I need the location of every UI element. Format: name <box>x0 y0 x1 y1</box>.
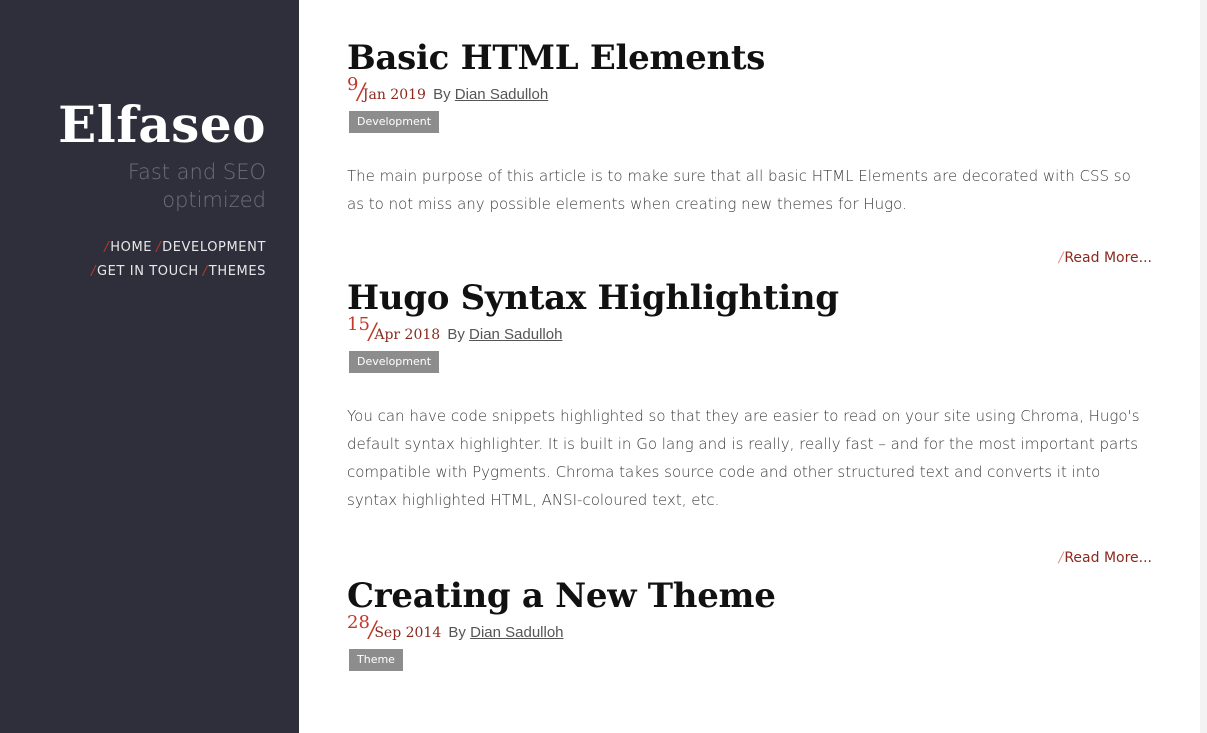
post-meta: 28/Sep 2014 By Dian Sadulloh <box>347 612 1152 646</box>
nav-item-themes[interactable]: /THEMES <box>203 260 266 284</box>
sidebar: Elfaseo Fast and SEO optimized /HOME/DEV… <box>0 0 299 733</box>
post-month-year: Sep 2014 <box>374 625 442 641</box>
main-nav: /HOME/DEVELOPMENT /GET IN TOUCH/THEMES <box>0 236 266 284</box>
site-tagline: Fast and SEO optimized <box>127 160 266 212</box>
post-meta: 15/Apr 2018 By Dian Sadulloh <box>347 314 1152 348</box>
post-title[interactable]: Creating a New Theme <box>347 576 1152 616</box>
post-day: 15 <box>347 314 370 335</box>
nav-item-home[interactable]: /HOME <box>104 236 152 260</box>
nav-item-label: DEVELOPMENT <box>162 240 266 255</box>
read-more-link[interactable]: /Read More... <box>347 250 1152 266</box>
post-summary: The main purpose of this article is to m… <box>347 167 1131 213</box>
slash-icon: / <box>91 264 96 279</box>
post-card: Hugo Syntax Highlighting 15/Apr 2018 By … <box>347 278 1152 566</box>
nav-item-get-in-touch[interactable]: /GET IN TOUCH <box>91 260 199 284</box>
nav-item-label: THEMES <box>208 264 266 279</box>
post-card: Basic HTML Elements 9/Jan 2019 By Dian S… <box>347 38 1152 266</box>
post-tag[interactable]: Development <box>349 111 440 133</box>
post-month-year: Jan 2019 <box>362 87 426 103</box>
post-by-label: By <box>448 624 466 641</box>
read-more-link[interactable]: /Read More... <box>347 550 1152 566</box>
post-month-year: Apr 2018 <box>374 327 441 343</box>
nav-item-label: GET IN TOUCH <box>97 264 199 279</box>
nav-item-label: HOME <box>110 240 153 255</box>
post-by-label: By <box>433 86 451 103</box>
nav-row: /GET IN TOUCH/THEMES <box>60 260 266 284</box>
post-title[interactable]: Basic HTML Elements <box>347 38 1152 78</box>
post-tag[interactable]: Development <box>349 351 440 373</box>
post-day: 9 <box>347 74 359 95</box>
slash-icon: / <box>1058 250 1064 266</box>
post-card: Creating a New Theme 28/Sep 2014 By Dian… <box>347 576 1152 671</box>
slash-icon: / <box>1058 550 1064 566</box>
read-more-label: Read More... <box>1064 250 1152 266</box>
slash-icon: / <box>202 264 208 279</box>
slash-icon: / <box>104 240 110 255</box>
nav-item-development[interactable]: /DEVELOPMENT <box>156 236 266 260</box>
read-more-label: Read More... <box>1064 550 1152 566</box>
site-title[interactable]: Elfaseo <box>0 96 266 154</box>
post-author-link[interactable]: Dian Sadulloh <box>469 326 562 343</box>
post-title[interactable]: Hugo Syntax Highlighting <box>347 278 1152 318</box>
nav-row: /HOME/DEVELOPMENT <box>60 236 266 260</box>
post-day: 28 <box>347 612 370 633</box>
post-author-link[interactable]: Dian Sadulloh <box>470 624 563 641</box>
post-summary: You can have code snippets highlighted s… <box>347 407 1140 509</box>
post-meta: 9/Jan 2019 By Dian Sadulloh <box>347 74 1152 108</box>
page-edge <box>1200 0 1207 733</box>
post-by-label: By <box>447 326 465 343</box>
post-tag[interactable]: Theme <box>349 649 403 671</box>
slash-icon: / <box>156 240 162 255</box>
post-list: Basic HTML Elements 9/Jan 2019 By Dian S… <box>299 0 1200 733</box>
post-author-link[interactable]: Dian Sadulloh <box>455 86 548 103</box>
